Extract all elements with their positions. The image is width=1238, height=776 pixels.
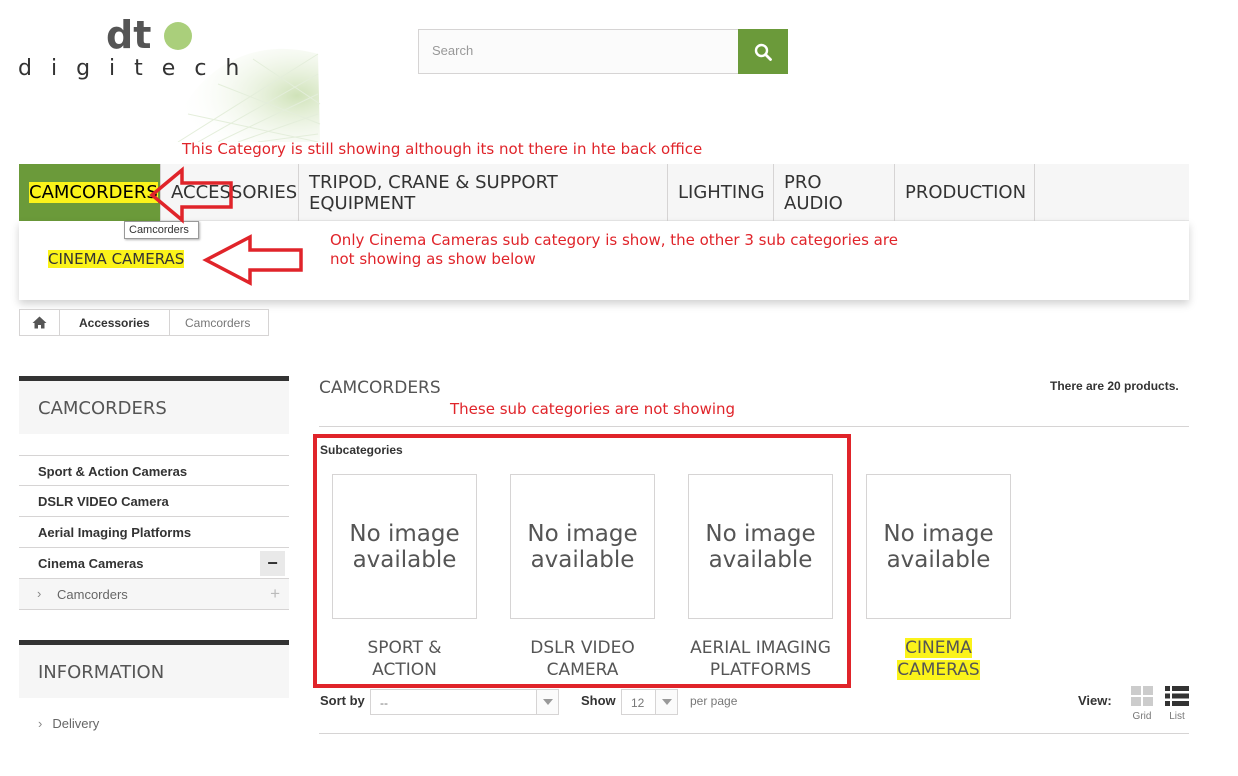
annotation-subcat-note: Only Cinema Cameras sub category is show… — [330, 231, 898, 269]
annotation-arrow-left-icon — [149, 166, 233, 224]
breadcrumb: Accessories Camcorders — [19, 309, 269, 336]
menu-item-label: PRO AUDIO — [784, 171, 843, 214]
divider — [319, 733, 1189, 734]
sort-select[interactable]: -- — [370, 689, 559, 715]
sidebar-item-sport-action[interactable]: Sport & Action Cameras — [19, 455, 289, 486]
show-label: Show — [581, 693, 616, 708]
chevron-down-icon — [655, 690, 677, 714]
sidebar-subitem-camcorders[interactable]: › Camcorders + — [19, 579, 289, 610]
menu-item-tripod[interactable]: TRIPOD, CRANE & SUPPORT EQUIPMENT — [299, 164, 668, 221]
show-value: 12 — [631, 696, 645, 710]
annotation-box-note: These sub categories are not showing — [450, 400, 736, 418]
logo-wordmark: digitech — [18, 56, 259, 81]
chevron-down-icon — [536, 690, 558, 714]
menu-item-label: TRIPOD, CRANE & SUPPORT EQUIPMENT — [309, 171, 558, 214]
show-select[interactable]: 12 — [621, 689, 678, 715]
sort-label: Sort by — [320, 693, 365, 708]
collapse-icon[interactable]: − — [260, 551, 285, 576]
chevron-right-icon: › — [37, 586, 42, 601]
menu-item-pro-audio[interactable]: PRO AUDIO — [774, 164, 895, 221]
breadcrumb-item-accessories[interactable]: Accessories — [60, 310, 170, 335]
sidebar-subitem-label: Camcorders — [57, 587, 128, 602]
logo-mark: dt — [106, 14, 151, 57]
grid-icon — [1131, 686, 1153, 706]
grid-label: Grid — [1132, 711, 1152, 722]
search-button[interactable] — [738, 29, 788, 74]
information-title: INFORMATION — [19, 640, 289, 698]
divider — [319, 426, 1189, 427]
menu-item-production[interactable]: PRODUCTION — [895, 164, 1035, 221]
list-icon — [1165, 686, 1189, 706]
search-input[interactable]: Search — [418, 29, 739, 74]
sort-value: -- — [380, 696, 388, 710]
home-icon — [32, 316, 47, 329]
breadcrumb-item-camcorders: Camcorders — [185, 315, 251, 330]
grid-view-button[interactable]: Grid — [1129, 686, 1155, 722]
per-page-label: per page — [690, 694, 738, 708]
sidebar-item-dslr-video[interactable]: DSLR VIDEO Camera — [19, 486, 289, 517]
view-label: View: — [1078, 693, 1112, 708]
breadcrumb-home[interactable] — [20, 310, 60, 335]
annotation-arrow-left-icon — [202, 234, 303, 286]
menu-item-label: CAMCORDERS — [29, 182, 158, 203]
menu-item-label: LIGHTING — [678, 182, 765, 203]
list-label: List — [1169, 711, 1185, 722]
subcategory-name-cinema-cameras[interactable]: CINEMA CAMERAS — [851, 637, 1026, 681]
list-view-button[interactable]: List — [1164, 686, 1190, 722]
product-count: There are 20 products. — [1050, 379, 1179, 393]
sidebar-item-cinema-cameras[interactable]: Cinema Cameras − — [19, 548, 289, 579]
expand-icon[interactable]: + — [270, 584, 280, 604]
dropdown-item-cinema-cameras[interactable]: CINEMA CAMERAS — [48, 250, 185, 268]
menu-item-lighting[interactable]: LIGHTING — [668, 164, 774, 221]
subcategory-image-cinema-cameras[interactable]: No image available — [866, 474, 1011, 619]
annotation-line: Only Cinema Cameras sub category is show… — [330, 231, 898, 249]
sidebar-item-aerial-imaging[interactable]: Aerial Imaging Platforms — [19, 517, 289, 548]
menu-item-label: PRODUCTION — [905, 182, 1027, 203]
chevron-right-icon: › — [38, 716, 43, 731]
annotation-line: not showing as show below — [330, 250, 536, 268]
sidebar-item-label: Cinema Cameras — [38, 556, 144, 571]
information-item-delivery[interactable]: › Delivery — [38, 716, 99, 731]
menu-item-camcorders[interactable]: CAMCORDERS — [19, 164, 161, 221]
annotation-category-note: This Category is still showing although … — [182, 140, 703, 158]
annotation-box — [313, 434, 851, 688]
search-icon — [754, 43, 772, 61]
sidebar-title: CAMCORDERS — [19, 376, 289, 434]
category-title: CAMCORDERS — [319, 378, 441, 398]
